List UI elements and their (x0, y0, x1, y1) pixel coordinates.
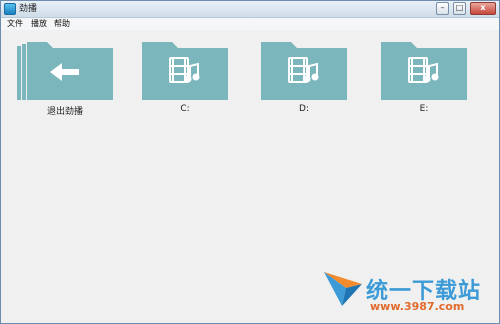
watermark-logo-icon (324, 272, 362, 306)
app-logo-icon (4, 3, 16, 15)
minimize-button[interactable]: – (436, 2, 449, 15)
folder-label: E: (419, 104, 429, 114)
menu-play[interactable]: 播放 (31, 18, 47, 30)
folder-label: D: (299, 104, 309, 114)
drive-d-folder[interactable]: D: (261, 36, 351, 118)
title-bar: 劲播 – □ x (1, 1, 499, 18)
menu-bar: 文件 播放 帮助 (1, 18, 499, 30)
exit-folder[interactable]: 退出劲播 (17, 36, 113, 118)
menu-help[interactable]: 帮助 (54, 18, 70, 30)
close-button[interactable]: x (470, 2, 496, 15)
menu-file[interactable]: 文件 (7, 18, 23, 30)
folder-icon (261, 42, 347, 100)
drive-c-folder[interactable]: C: (142, 36, 232, 118)
window-title: 劲播 (19, 4, 38, 14)
folder-icon (142, 42, 228, 100)
folder-label: C: (180, 104, 190, 114)
drive-e-folder[interactable]: E: (381, 36, 471, 118)
watermark-url: www.3987.com (370, 300, 465, 313)
maximize-button[interactable]: □ (453, 2, 466, 15)
stacked-folder-icon (17, 42, 113, 100)
folder-icon (381, 42, 467, 100)
watermark: 统一下载站 www.3987.com (322, 266, 498, 322)
folder-label: 退出劲播 (46, 107, 83, 117)
